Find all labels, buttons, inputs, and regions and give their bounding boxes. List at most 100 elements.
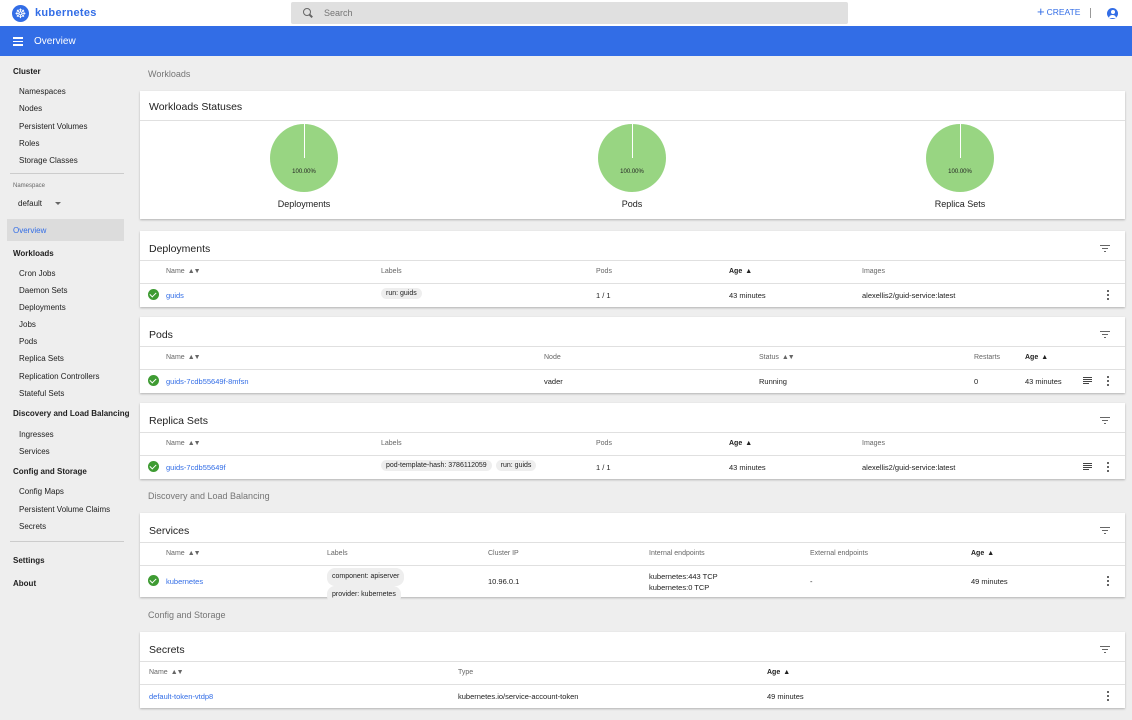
sidebar-item-nodes[interactable]: Nodes bbox=[19, 104, 42, 113]
pods-pie-chart[interactable]: 100.00% bbox=[598, 124, 666, 192]
deployment-name-link[interactable]: guids bbox=[166, 291, 184, 300]
sidebar-item-ingresses[interactable]: Ingresses bbox=[19, 430, 54, 439]
sidebar-item-deployments[interactable]: Deployments bbox=[19, 303, 66, 312]
column-header-age[interactable]: Age ▲ bbox=[729, 268, 752, 275]
replica-set-name-link[interactable]: guids-7cdb55649f bbox=[166, 463, 226, 472]
sidebar-heading-config[interactable]: Config and Storage bbox=[13, 467, 87, 476]
sidebar-item-stateful-sets[interactable]: Stateful Sets bbox=[19, 389, 64, 398]
sidebar-item-roles[interactable]: Roles bbox=[19, 139, 39, 148]
sidebar-item-daemon-sets[interactable]: Daemon Sets bbox=[19, 286, 67, 295]
card-divider bbox=[140, 260, 1125, 261]
column-header-restarts: Restarts bbox=[974, 354, 1001, 361]
status-ok-icon bbox=[148, 289, 159, 300]
column-header-name[interactable]: Name ▲▼ bbox=[166, 440, 201, 447]
row-divider bbox=[140, 684, 1125, 685]
sidebar-item-settings[interactable]: Settings bbox=[13, 556, 45, 565]
sidebar-item-secrets[interactable]: Secrets bbox=[19, 522, 46, 531]
sidebar: Cluster Namespaces Nodes Persistent Volu… bbox=[0, 56, 130, 720]
secret-name-link[interactable]: default-token-vtdp8 bbox=[149, 692, 213, 701]
sidebar-divider bbox=[10, 173, 124, 174]
sidebar-item-cron-jobs[interactable]: Cron Jobs bbox=[19, 269, 55, 278]
label-chips: pod-template-hash: 3786112059 run: guids bbox=[381, 460, 540, 471]
logs-icon[interactable] bbox=[1083, 377, 1092, 384]
logs-icon[interactable] bbox=[1083, 463, 1092, 470]
sidebar-item-jobs[interactable]: Jobs bbox=[19, 320, 36, 329]
kubernetes-wheel-icon: ☸ bbox=[12, 4, 29, 22]
column-header-cluster-ip: Cluster IP bbox=[488, 550, 519, 557]
status-ok-icon bbox=[148, 575, 159, 586]
sidebar-item-replica-sets[interactable]: Replica Sets bbox=[19, 354, 64, 363]
deployments-pie-chart[interactable]: 100.00% bbox=[270, 124, 338, 192]
sidebar-item-replication-controllers[interactable]: Replication Controllers bbox=[19, 372, 99, 381]
pod-name-link[interactable]: guids-7cdb55649f-8mfsn bbox=[166, 377, 249, 386]
more-options-icon[interactable] bbox=[1107, 576, 1109, 586]
column-header-images: Images bbox=[862, 268, 885, 275]
column-header-name[interactable]: Name ▲▼ bbox=[149, 669, 184, 676]
pods-count: 1 / 1 bbox=[596, 291, 611, 300]
more-options-icon[interactable] bbox=[1107, 462, 1109, 472]
pie-label: Deployments bbox=[277, 199, 331, 209]
namespace-select[interactable]: default bbox=[18, 199, 63, 208]
sidebar-item-persistent-volumes[interactable]: Persistent Volumes bbox=[19, 122, 87, 131]
row-divider bbox=[140, 565, 1125, 566]
search-bar[interactable] bbox=[291, 2, 848, 24]
column-header-images: Images bbox=[862, 440, 885, 447]
more-options-icon[interactable] bbox=[1107, 290, 1109, 300]
column-header-age[interactable]: Age ▲ bbox=[767, 669, 790, 676]
filter-icon[interactable] bbox=[1100, 417, 1110, 424]
age-value: 49 minutes bbox=[767, 692, 804, 701]
menu-icon[interactable] bbox=[13, 37, 23, 46]
create-button[interactable]: + CREATE bbox=[1037, 5, 1081, 18]
card-title: Replica Sets bbox=[149, 415, 208, 427]
replica-sets-pie-chart[interactable]: 100.00% bbox=[926, 124, 994, 192]
top-bar: ☸ kubernetes + CREATE bbox=[0, 0, 1132, 26]
app-logo[interactable]: ☸ kubernetes bbox=[12, 4, 282, 22]
column-header-name[interactable]: Name ▲▼ bbox=[166, 550, 201, 557]
create-label: CREATE bbox=[1046, 7, 1081, 17]
cluster-ip-value: 10.96.0.1 bbox=[488, 577, 520, 586]
column-header-name[interactable]: Name ▲▼ bbox=[166, 354, 201, 361]
sidebar-heading-discovery[interactable]: Discovery and Load Balancing bbox=[13, 409, 129, 418]
sidebar-item-services[interactable]: Services bbox=[19, 447, 50, 456]
sidebar-heading-cluster[interactable]: Cluster bbox=[13, 67, 41, 76]
filter-icon[interactable] bbox=[1100, 527, 1110, 534]
column-header-name[interactable]: Name ▲▼ bbox=[166, 268, 201, 275]
card-divider bbox=[140, 346, 1125, 347]
column-header-status[interactable]: Status ▲▼ bbox=[759, 354, 795, 361]
sidebar-item-overview[interactable]: Overview bbox=[13, 226, 46, 235]
filter-icon[interactable] bbox=[1100, 646, 1110, 653]
pie-label: Pods bbox=[621, 199, 643, 209]
sidebar-item-namespaces[interactable]: Namespaces bbox=[19, 87, 66, 96]
column-header-age[interactable]: Age ▲ bbox=[971, 550, 994, 557]
app-name: kubernetes bbox=[35, 7, 97, 19]
sidebar-item-storage-classes[interactable]: Storage Classes bbox=[19, 156, 78, 165]
restarts-value: 0 bbox=[974, 377, 979, 386]
column-header-age[interactable]: Age ▲ bbox=[729, 440, 752, 447]
pie-percent: 100.00% bbox=[948, 169, 972, 175]
service-name-link[interactable]: kubernetes bbox=[166, 577, 203, 586]
search-input[interactable] bbox=[324, 8, 804, 18]
sidebar-item-about[interactable]: About bbox=[13, 579, 36, 588]
more-options-icon[interactable] bbox=[1107, 376, 1109, 386]
status-value: Running bbox=[759, 377, 787, 386]
age-value: 43 minutes bbox=[1025, 377, 1062, 386]
column-header-age[interactable]: Age ▲ bbox=[1025, 354, 1048, 361]
replica-sets-card: Replica Sets Name ▲▼ Labels Pods Age ▲ Ima… bbox=[140, 403, 1125, 479]
sidebar-heading-workloads[interactable]: Workloads bbox=[13, 249, 54, 258]
column-header-pods: Pods bbox=[596, 268, 612, 275]
sidebar-item-config-maps[interactable]: Config Maps bbox=[19, 487, 64, 496]
card-title: Deployments bbox=[149, 243, 211, 255]
column-header-labels: Labels bbox=[381, 440, 402, 447]
card-divider bbox=[140, 542, 1125, 543]
filter-icon[interactable] bbox=[1100, 331, 1110, 338]
filter-icon[interactable] bbox=[1100, 245, 1110, 252]
card-divider bbox=[140, 120, 1125, 121]
external-endpoints-value: - bbox=[810, 577, 813, 586]
account-icon[interactable] bbox=[1107, 8, 1118, 19]
more-options-icon[interactable] bbox=[1107, 691, 1109, 701]
title-bar: Overview bbox=[0, 26, 1132, 56]
sidebar-item-pods[interactable]: Pods bbox=[19, 337, 37, 346]
sidebar-item-pvc[interactable]: Persistent Volume Claims bbox=[19, 505, 110, 514]
age-value: 43 minutes bbox=[729, 291, 766, 300]
card-divider bbox=[140, 432, 1125, 433]
